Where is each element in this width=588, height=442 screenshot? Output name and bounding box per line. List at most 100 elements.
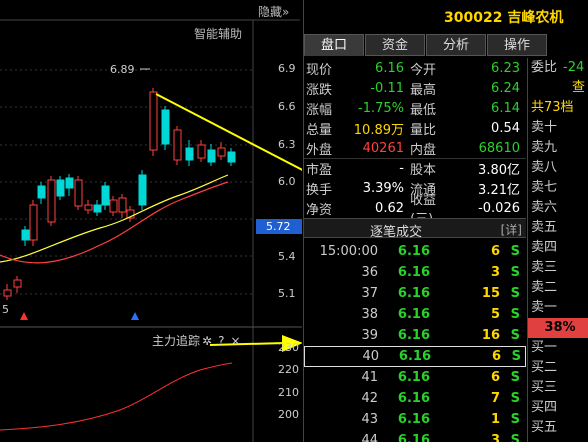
stat-value: -0.026 <box>478 200 520 216</box>
tick-row[interactable]: 38 6.16 5 S <box>304 304 526 325</box>
indicator-label[interactable]: 智能辅助 <box>194 25 242 42</box>
divider <box>304 158 526 159</box>
tick-row[interactable]: 40 6.16 6 S <box>304 346 526 367</box>
tick-time: 41 <box>361 370 378 385</box>
tick-volume: 6 <box>490 370 500 385</box>
tick-row[interactable]: 36 6.16 3 S <box>304 262 526 283</box>
tab-zijin[interactable]: 资金 <box>365 34 425 56</box>
tick-side-flag: S <box>510 370 520 385</box>
tick-row[interactable]: 39 6.16 16 S <box>304 325 526 346</box>
stat-label: 最低 <box>410 102 437 118</box>
stat-label: 最高 <box>410 82 437 98</box>
tick-list-header: 逐笔成交 [详] <box>304 218 526 240</box>
tick-side-flag: S <box>510 328 520 343</box>
high-marker-label: 6.89 <box>110 63 135 76</box>
sell-level-label: 卖六 <box>531 200 558 215</box>
stat-value: 68610 <box>478 140 520 156</box>
tick-side-flag: S <box>510 244 520 259</box>
tick-volume: 16 <box>481 328 500 343</box>
stat-label: 量比 <box>410 122 437 138</box>
kline-chart-pane[interactable]: 6.89 隐藏» 智能辅助 6.9 6.6 6.3 6.0 5.4 5.1 5.… <box>0 0 302 442</box>
stat-value: 0.54 <box>491 120 520 136</box>
tick-row[interactable]: 41 6.16 6 S <box>304 367 526 388</box>
y-tick-label: 5.1 <box>278 287 296 300</box>
tick-price: 6.16 <box>397 328 430 343</box>
hide-label: 隐藏 <box>258 5 283 19</box>
ratio-badge: 38% <box>528 318 588 338</box>
quote-stat-row: 净资0.62收益(三)-0.026 <box>304 193 526 227</box>
quote-stat-row: 外盘 40261 内盘 68610 <box>304 138 526 158</box>
tick-row[interactable]: 42 6.16 7 S <box>304 388 526 409</box>
tab-fenxi[interactable]: 分析 <box>426 34 486 56</box>
tick-price: 6.16 <box>397 370 430 385</box>
tick-volume: 5 <box>490 307 500 322</box>
tick-price: 6.16 <box>397 307 430 322</box>
tick-row[interactable]: 37 6.16 15 S <box>304 283 526 304</box>
stat-label: 净资 <box>306 202 333 218</box>
tick-time: 39 <box>361 328 378 343</box>
tab-pankou[interactable]: 盘口 <box>304 34 364 56</box>
tick-volume: 3 <box>490 265 500 280</box>
candle-body <box>84 204 93 211</box>
candle-body <box>138 174 147 206</box>
sell-level-label: 卖一 <box>531 300 558 315</box>
marker-triangle <box>131 312 139 320</box>
hide-panel-button[interactable]: 隐藏» <box>258 3 289 20</box>
quote-stat-row: 涨幅 -1.75% 最低 6.14 <box>304 98 526 118</box>
buy-level-label: 买四 <box>531 400 558 415</box>
tick-volume: 3 <box>490 433 500 442</box>
tick-time: 38 <box>361 307 378 322</box>
candle-body <box>197 144 206 159</box>
query-button[interactable]: 查 <box>528 78 588 98</box>
close-icon[interactable]: × <box>230 334 240 348</box>
candle-body <box>149 91 158 151</box>
sell-level-label: 卖二 <box>531 280 558 295</box>
tick-price: 6.16 <box>398 349 431 364</box>
tick-time: 43 <box>361 412 378 427</box>
candle-body <box>3 289 12 297</box>
stock-code: 300022 <box>444 10 503 26</box>
quote-stat-row: 总量 10.89万 量比 0.54 <box>304 118 526 138</box>
candle-body <box>217 147 226 157</box>
stat-value: -1.75% <box>358 100 404 116</box>
stat-value: -0.11 <box>370 80 404 96</box>
y-tick-label: 6.6 <box>278 100 296 113</box>
buy-level-label: 买一 <box>531 340 558 355</box>
stock-header: 300022 吉峰农机 <box>304 0 588 32</box>
tick-row[interactable]: 43 6.16 1 S <box>304 409 526 430</box>
stat-label: 今开 <box>410 62 437 78</box>
weibi-value: -24 <box>563 60 585 75</box>
sell-level-label: 卖八 <box>531 160 558 175</box>
sell-level-label: 卖七 <box>531 180 558 195</box>
candle-body <box>21 229 30 241</box>
tick-volume: 6 <box>490 244 500 259</box>
tick-price: 6.16 <box>397 265 430 280</box>
tick-price: 6.16 <box>397 412 430 427</box>
stat-value: 40261 <box>362 140 404 156</box>
tick-detail-link[interactable]: [详] <box>501 221 522 238</box>
stat-value: 0.62 <box>375 200 404 216</box>
tick-side-flag: S <box>510 433 520 442</box>
stat-label: 内盘 <box>410 142 437 158</box>
tick-list: 15:00:00 6.16 6 S 36 6.16 3 S 37 6.16 15 S 38 6.16 5 S 3… <box>304 241 526 442</box>
quote-stat-row: 涨跌 -0.11 最高 6.24 <box>304 78 526 98</box>
tick-volume: 7 <box>490 391 500 406</box>
tick-row[interactable]: 44 6.16 3 S <box>304 430 526 442</box>
stat-value: 6.16 <box>375 60 404 76</box>
stat-label: 股本 <box>410 162 437 178</box>
tick-row[interactable]: 15:00:00 6.16 6 S <box>304 241 526 262</box>
help-icon[interactable]: ? <box>218 334 224 348</box>
stat-value: 3.39% <box>362 180 404 196</box>
stat-label: 总量 <box>306 122 333 138</box>
stat-label: 涨幅 <box>306 102 333 118</box>
candle-body <box>13 279 22 288</box>
stat-label: 现价 <box>306 62 333 78</box>
tab-caozuo[interactable]: 操作 <box>487 34 547 56</box>
quote-tabs: 盘口 资金 分析 操作 <box>304 34 548 56</box>
tick-side-flag: S <box>511 349 521 364</box>
gear-icon[interactable]: ✲ <box>202 334 212 348</box>
sub-indicator-label[interactable]: 主力追踪 <box>152 334 200 348</box>
double-chevron-icon: » <box>282 5 290 19</box>
tick-time: 15:00:00 <box>319 244 378 259</box>
tick-side-flag: S <box>510 286 520 301</box>
